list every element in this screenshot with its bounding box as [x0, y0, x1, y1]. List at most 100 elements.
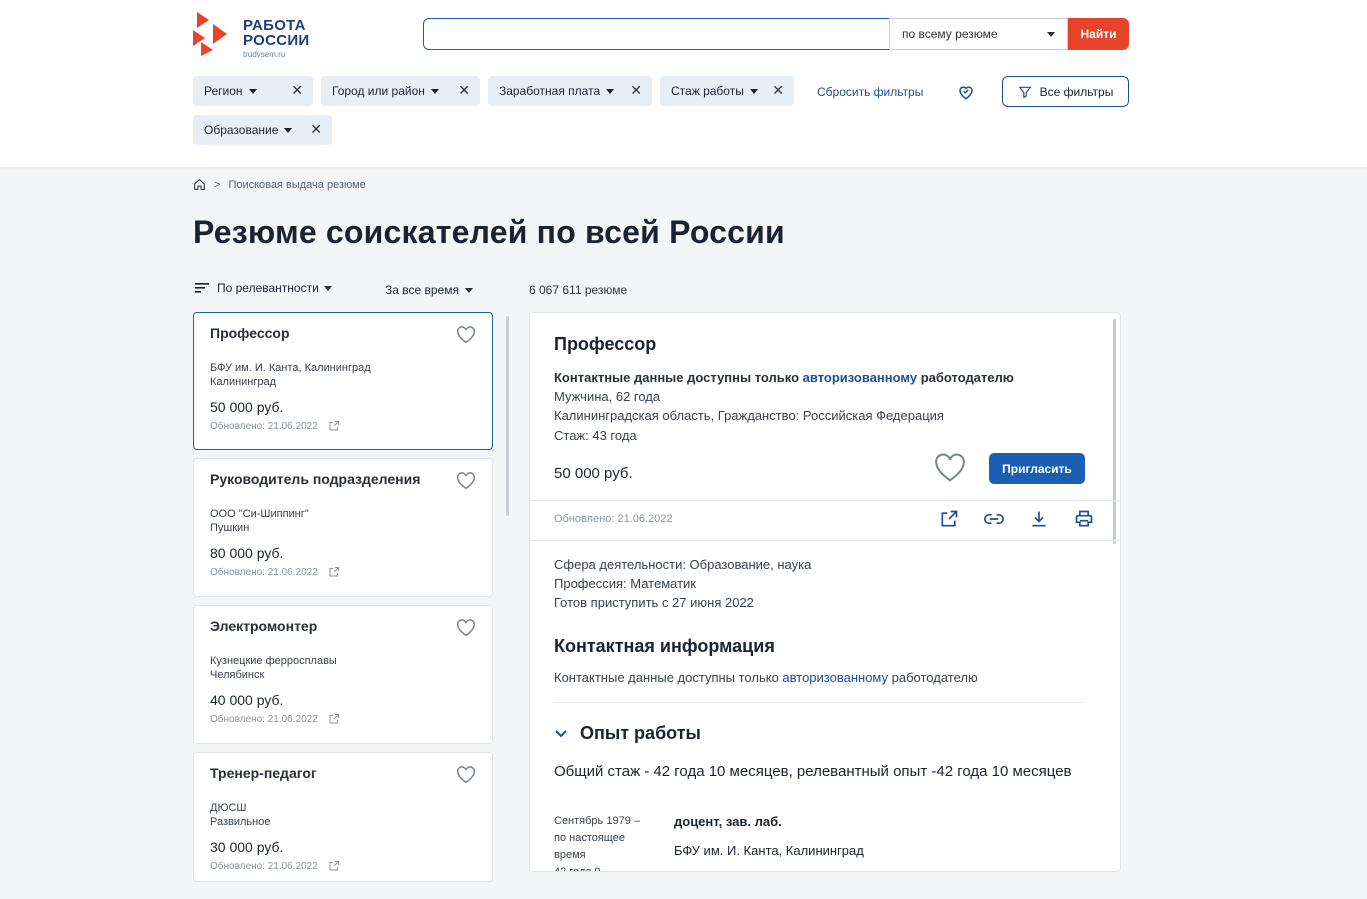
contact-suffix: работодателю: [888, 670, 978, 685]
card-title: Тренер-педагог: [210, 765, 317, 781]
chevron-down-icon: [749, 88, 758, 94]
resume-card[interactable]: Тренер-педагог ДЮСШ Развильное 30 000 ру…: [193, 752, 493, 882]
all-filters-button[interactable]: Все фильтры: [1002, 76, 1129, 107]
invite-button[interactable]: Пригласить: [989, 453, 1085, 484]
header: РАБОТА РОССИИ trudvsem.ru по всему резюм…: [0, 0, 1367, 167]
authorized-link[interactable]: авторизованному: [803, 370, 917, 385]
all-filters-label: Все фильтры: [1039, 84, 1114, 99]
card-updated: Обновлено: 21.06.2022: [210, 420, 340, 432]
reset-filters-link[interactable]: Сбросить фильтры: [817, 85, 923, 99]
card-salary: 30 000 руб.: [210, 839, 284, 855]
card-updated: Обновлено: 21.06.2022: [210, 566, 340, 578]
resume-card[interactable]: Электромонтер Кузнецкие ферросплавы Челя…: [193, 605, 493, 744]
card-company: БФУ им. И. Канта, Калининград: [210, 362, 371, 374]
page-title: Резюме соискателей по всей России: [193, 214, 785, 250]
external-link-icon[interactable]: [328, 713, 340, 725]
close-icon[interactable]: ✕: [772, 82, 784, 99]
card-salary: 50 000 руб.: [210, 399, 284, 415]
filter-experience[interactable]: Стаж работы ✕: [660, 76, 794, 106]
card-city: Пушкин: [210, 522, 250, 534]
detail-actions: [926, 509, 1106, 529]
contact-heading: Контактная информация: [554, 636, 775, 656]
heart-icon[interactable]: [456, 619, 476, 637]
filter-label: Город или район: [332, 84, 425, 98]
period-select[interactable]: За все время: [385, 283, 473, 297]
card-updated-label: Обновлено: 21.06.2022: [210, 420, 318, 432]
card-city: Челябинск: [210, 669, 265, 681]
search-button[interactable]: Найти: [1068, 18, 1129, 50]
filter-label: Регион: [204, 84, 243, 98]
chevron-down-icon: [606, 88, 615, 94]
card-updated-label: Обновлено: 21.06.2022: [210, 860, 318, 872]
card-title: Руководитель подразделения: [210, 471, 421, 487]
filter-label: Заработная плата: [499, 84, 601, 98]
copy-link-icon[interactable]: [971, 509, 1016, 529]
job-duration: 42 года 9: [554, 866, 601, 872]
heart-icon[interactable]: [456, 326, 476, 344]
detail-contact-notice: Контактные данные доступны только автори…: [554, 370, 1014, 385]
divider: [530, 500, 1120, 501]
external-link-icon[interactable]: [328, 566, 340, 578]
close-icon[interactable]: ✕: [310, 121, 322, 138]
close-icon[interactable]: ✕: [458, 82, 470, 99]
filter-education[interactable]: Образование ✕: [193, 115, 332, 145]
contact-prefix: Контактные данные доступны только: [554, 370, 803, 385]
detail-sphere: Сфера деятельности: Образование, наука: [554, 557, 812, 572]
detail-experience: Стаж: 43 года: [554, 428, 637, 443]
close-icon[interactable]: ✕: [630, 82, 642, 99]
filter-icon: [1018, 86, 1032, 98]
chevron-down-icon: [284, 127, 293, 133]
detail-scrollbar[interactable]: [1113, 319, 1116, 544]
sort-select[interactable]: По релевантности: [195, 281, 332, 295]
cards-scrollbar[interactable]: [506, 316, 509, 516]
filter-salary[interactable]: Заработная плата ✕: [488, 76, 652, 106]
heart-icon[interactable]: [456, 472, 476, 490]
breadcrumb-separator: >: [214, 178, 221, 191]
contact-prefix: Контактные данные доступны только: [554, 670, 783, 685]
filter-region[interactable]: Регион ✕: [193, 76, 313, 106]
search-bar: по всему резюме Найти: [423, 18, 1129, 50]
logo[interactable]: РАБОТА РОССИИ trudvsem.ru: [193, 12, 310, 59]
search-input[interactable]: [423, 18, 889, 50]
card-salary: 40 000 руб.: [210, 692, 284, 708]
chevron-down-icon: [323, 285, 332, 291]
card-company: ООО "Си-Шиппинг": [210, 508, 309, 520]
card-updated: Обновлено: 21.06.2022: [210, 713, 340, 725]
authorized-link[interactable]: авторизованному: [782, 670, 888, 685]
card-title: Электромонтер: [210, 618, 318, 634]
sort-label: По релевантности: [217, 281, 319, 295]
heart-icon[interactable]: [933, 453, 967, 483]
detail-region: Калининградская область, Гражданство: Ро…: [554, 408, 944, 423]
card-company: ДЮСШ: [210, 802, 247, 814]
favorite-check-icon[interactable]: [957, 83, 975, 106]
job-period: Сентябрь 1979 – по настоящее время 42 го…: [554, 813, 654, 872]
period-label: За все время: [385, 283, 459, 297]
divider: [554, 702, 1084, 703]
card-title: Профессор: [210, 325, 290, 341]
resume-card[interactable]: Профессор БФУ им. И. Канта, Калининград …: [193, 312, 493, 450]
chevron-down-icon: [464, 287, 473, 293]
detail-title: Профессор: [554, 334, 657, 354]
chevron-down-icon: [248, 88, 257, 94]
detail-gender-age: Мужчина, 62 года: [554, 389, 661, 404]
open-external-icon[interactable]: [926, 509, 971, 529]
search-scope-select[interactable]: по всему резюме: [889, 18, 1068, 50]
download-icon[interactable]: [1016, 509, 1061, 529]
close-icon[interactable]: ✕: [291, 82, 303, 99]
external-link-icon[interactable]: [328, 860, 340, 872]
heart-icon[interactable]: [456, 766, 476, 784]
resume-detail-panel: Профессор Контактные данные доступны тол…: [529, 312, 1121, 872]
home-icon[interactable]: [193, 178, 206, 191]
card-updated-label: Обновлено: 21.06.2022: [210, 566, 318, 578]
filter-city[interactable]: Город или район ✕: [321, 76, 480, 106]
chevron-down-icon: [555, 729, 567, 737]
external-link-icon[interactable]: [328, 420, 340, 432]
card-city: Развильное: [210, 816, 271, 828]
resume-card[interactable]: Руководитель подразделения ООО "Си-Шиппи…: [193, 458, 493, 597]
job-period-range: Сентябрь 1979 – по настоящее время: [554, 815, 640, 861]
print-icon[interactable]: [1061, 509, 1106, 529]
logo-subtitle: trudvsem.ru: [243, 50, 286, 59]
experience-toggle[interactable]: Опыт работы: [554, 723, 701, 744]
card-updated-label: Обновлено: 21.06.2022: [210, 713, 318, 725]
experience-heading: Опыт работы: [580, 723, 701, 743]
